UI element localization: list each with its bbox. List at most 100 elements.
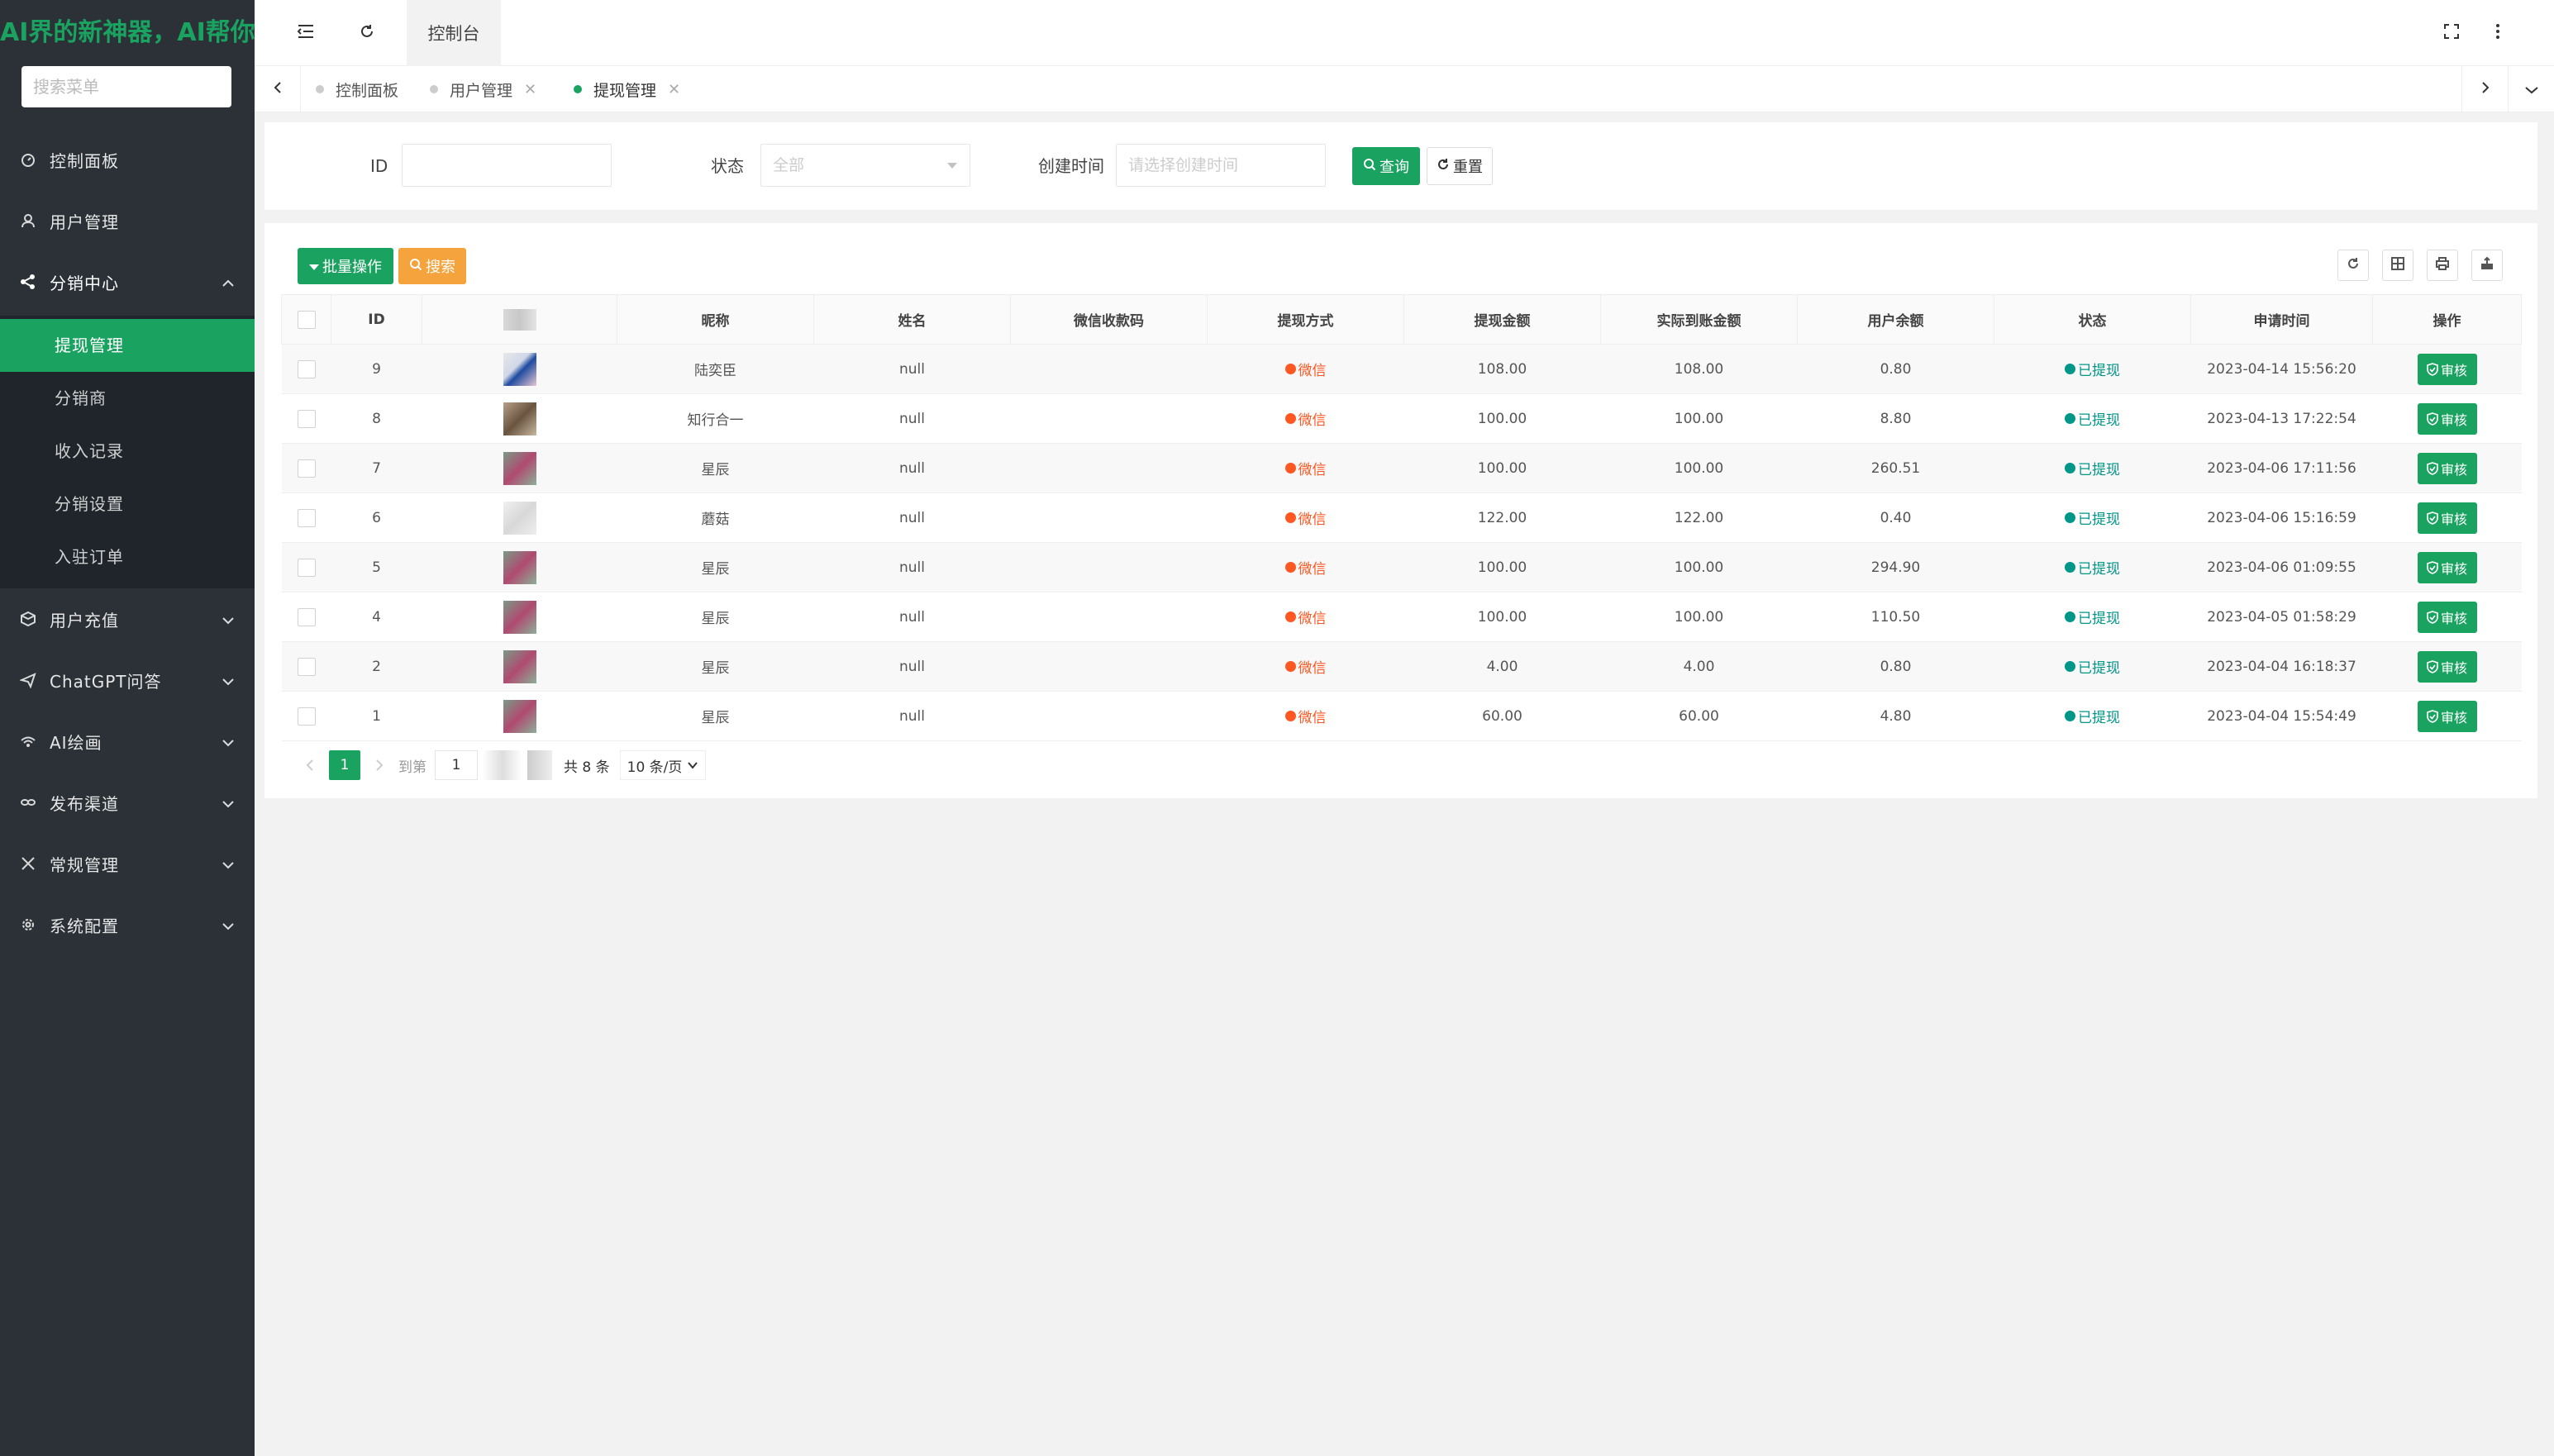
cell-wechat-qr <box>1010 492 1208 543</box>
cell-time: 2023-04-04 15:54:49 <box>2190 691 2373 741</box>
row-checkbox[interactable] <box>281 691 331 741</box>
withdraw-table: ID 昵称 姓名 微信收款码 提现方式 提现金额 实际到账金额 用户余额 状态 … <box>281 294 2522 741</box>
cell-name: null <box>813 691 1011 741</box>
gear-icon <box>18 916 38 933</box>
sidebar-item-label: 控制面板 <box>50 150 119 171</box>
table-row: 7 星辰 null 微信 100.00 100.00 260.51 已提现 2023-04-06… <box>281 443 2522 493</box>
select-all-checkbox[interactable] <box>281 294 331 345</box>
tab-dot <box>316 85 324 93</box>
sidebar-item-users[interactable]: 用户管理 <box>0 190 255 251</box>
menu-toggle-button[interactable] <box>281 0 331 66</box>
tab-console-label: 控制台 <box>427 24 480 44</box>
row-checkbox[interactable] <box>281 393 331 444</box>
sidebar-item-system[interactable]: 系统配置 <box>0 894 255 955</box>
column-header-balance: 用户余额 <box>1797 294 1994 345</box>
cell-balance: 4.80 <box>1797 691 1994 741</box>
column-header-id[interactable]: ID <box>331 294 422 345</box>
export-button[interactable] <box>2471 250 2503 281</box>
goto-confirm-button[interactable] <box>483 750 522 780</box>
sidebar-item-chatgpt[interactable]: ChatGPT问答 <box>0 649 255 711</box>
close-icon[interactable]: ✕ <box>668 81 680 98</box>
cell-method: 微信 <box>1207 691 1404 741</box>
sidebar-item-ai-drawing[interactable]: AI绘画 <box>0 711 255 772</box>
row-checkbox[interactable] <box>281 542 331 592</box>
cell-balance: 0.80 <box>1797 641 1994 692</box>
menu-search-input[interactable] <box>21 66 231 107</box>
goto-page-input[interactable]: 1 <box>435 750 478 780</box>
table-refresh-button[interactable] <box>2337 250 2369 281</box>
avatar <box>503 352 536 386</box>
sidebar-item-label: AI绘画 <box>50 732 102 753</box>
sidebar-subitem-settings[interactable]: 分销设置 <box>0 478 255 531</box>
audit-button[interactable]: 审核 <box>2417 650 2477 683</box>
tab-dot-active <box>574 85 582 93</box>
sidebar-item-general[interactable]: 常规管理 <box>0 833 255 894</box>
status-select[interactable]: 全部 <box>760 144 970 187</box>
goto-confirm-button[interactable] <box>527 750 552 780</box>
chevron-down-icon <box>222 731 235 751</box>
row-checkbox[interactable] <box>281 344 331 394</box>
page-tab-users[interactable]: 用户管理 ✕ <box>430 66 536 112</box>
print-button[interactable] <box>2427 250 2458 281</box>
tabs-scroll-left-button[interactable] <box>255 66 301 112</box>
next-page-button[interactable] <box>367 750 392 780</box>
audit-button[interactable]: 审核 <box>2417 551 2477 583</box>
status-label: 已提现 <box>2078 412 2120 429</box>
sidebar-subitem-distributors[interactable]: 分销商 <box>0 372 255 425</box>
cell-action: 审核 <box>2372 344 2522 394</box>
shield-check-icon <box>2427 511 2438 525</box>
audit-button[interactable]: 审核 <box>2417 353 2477 385</box>
fullscreen-button[interactable] <box>2427 0 2476 66</box>
cell-avatar <box>422 393 617 444</box>
cell-time: 2023-04-14 15:56:20 <box>2190 344 2373 394</box>
row-checkbox[interactable] <box>281 641 331 692</box>
audit-button[interactable]: 审核 <box>2417 700 2477 732</box>
page-size-select[interactable]: 10 条/页 <box>619 750 707 780</box>
cell-nickname: 星辰 <box>617 641 814 692</box>
row-checkbox[interactable] <box>281 492 331 543</box>
tabs-menu-button[interactable] <box>2508 66 2554 112</box>
sidebar-subitem-income[interactable]: 收入记录 <box>0 425 255 478</box>
tab-console[interactable]: 控制台 <box>407 0 501 66</box>
tabs-scroll-right-button[interactable] <box>2461 66 2508 112</box>
cell-amount: 122.00 <box>1403 492 1601 543</box>
sidebar-item-channels[interactable]: 发布渠道 <box>0 772 255 833</box>
shield-check-icon <box>2427 461 2438 475</box>
query-button[interactable]: 查询 <box>1352 147 1420 185</box>
refresh-button[interactable] <box>342 0 392 66</box>
cell-name: null <box>813 492 1011 543</box>
page-1-button[interactable]: 1 <box>329 750 360 780</box>
created-time-input[interactable]: 请选择创建时间 <box>1116 144 1326 187</box>
page-tab-withdraw[interactable]: 提现管理 ✕ <box>574 66 680 112</box>
audit-button[interactable]: 审核 <box>2417 402 2477 435</box>
more-button[interactable] <box>2473 0 2523 66</box>
cell-id: 7 <box>331 443 422 493</box>
row-checkbox[interactable] <box>281 592 331 642</box>
audit-button[interactable]: 审核 <box>2417 502 2477 534</box>
prev-page-button[interactable] <box>298 750 322 780</box>
cell-actual: 122.00 <box>1600 492 1798 543</box>
audit-label: 审核 <box>2440 461 2467 478</box>
print-icon <box>2435 256 2450 274</box>
cell-amount: 60.00 <box>1403 691 1601 741</box>
sidebar-subitem-withdraw[interactable]: 提现管理 <box>0 319 255 372</box>
id-input[interactable] <box>402 144 612 187</box>
audit-button[interactable]: 审核 <box>2417 601 2477 633</box>
cell-method: 微信 <box>1207 344 1404 394</box>
audit-button[interactable]: 审核 <box>2417 452 2477 484</box>
row-checkbox[interactable] <box>281 443 331 493</box>
sidebar-item-recharge[interactable]: 用户充值 <box>0 588 255 649</box>
column-filter-button[interactable] <box>2382 250 2413 281</box>
cell-time: 2023-04-06 01:09:55 <box>2190 542 2373 592</box>
search-toggle-button[interactable]: 搜索 <box>398 248 466 284</box>
table-row: 6 蘑菇 null 微信 122.00 122.00 0.40 已提现 2023-04-06 1… <box>281 492 2522 543</box>
sidebar-item-distribution[interactable]: 分销中心 <box>0 251 255 312</box>
sidebar-subitem-orders[interactable]: 入驻订单 <box>0 531 255 583</box>
close-icon[interactable]: ✕ <box>524 81 536 98</box>
sidebar-item-dashboard[interactable]: 控制面板 <box>0 129 255 190</box>
chevron-down-icon <box>688 762 698 769</box>
cell-wechat-qr <box>1010 641 1208 692</box>
page-tab-dashboard[interactable]: 控制面板 <box>316 66 398 112</box>
batch-operation-button[interactable]: 批量操作 <box>298 248 393 284</box>
reset-button[interactable]: 重置 <box>1427 147 1493 185</box>
